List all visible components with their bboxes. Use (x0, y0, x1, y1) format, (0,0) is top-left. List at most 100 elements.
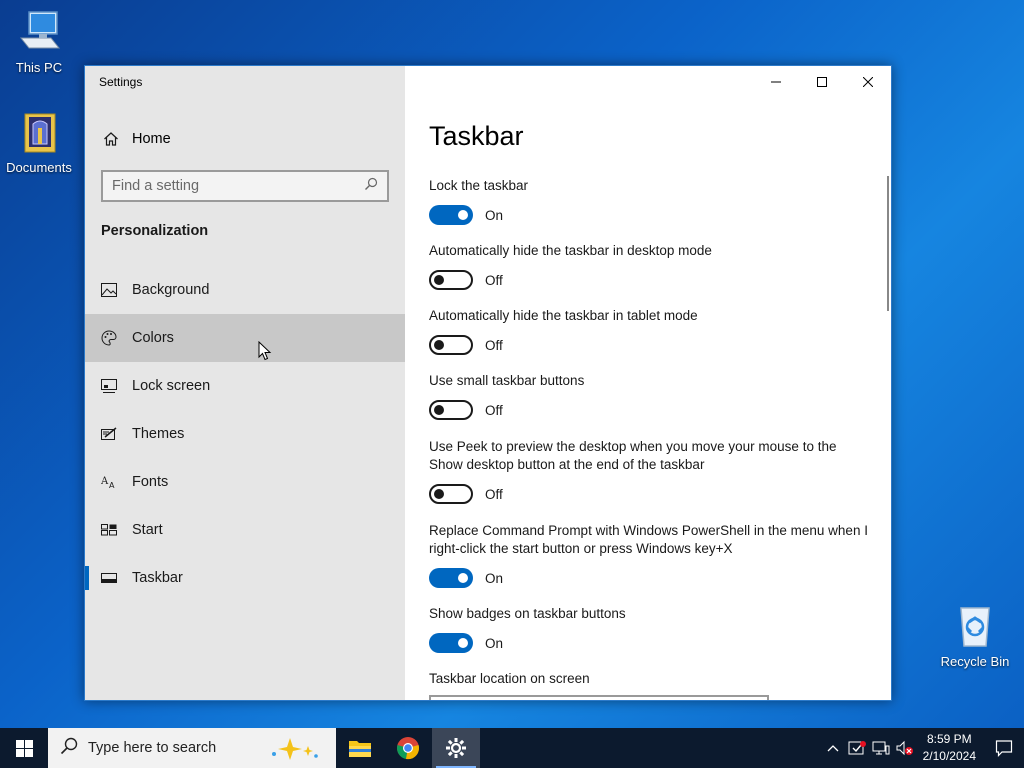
show-hidden-icons-chevron-icon[interactable] (821, 728, 845, 768)
close-button[interactable] (845, 66, 891, 98)
setting-small-buttons: Use small taskbar buttons Off (429, 372, 869, 420)
personalization-nav: Background Colors Lock screen Themes A A… (85, 266, 405, 602)
nav-item-label: Lock screen (132, 378, 211, 394)
peek-toggle[interactable] (429, 484, 473, 504)
setting-label: Automatically hide the taskbar in tablet… (429, 308, 698, 323)
lock-screen-icon (101, 378, 117, 394)
nav-item-label: Taskbar (132, 570, 183, 586)
notification-icon (995, 740, 1013, 757)
desktop-icon-documents[interactable]: Documents (0, 108, 79, 175)
search-highlight-sparkle-icon[interactable] (268, 736, 324, 766)
toggle-state: On (485, 207, 504, 223)
action-center-button[interactable] (984, 728, 1024, 768)
windows-logo-icon (15, 739, 33, 757)
toggle-state: Off (485, 402, 503, 418)
home-nav-item[interactable]: Home (85, 122, 405, 156)
minimize-button[interactable] (753, 66, 799, 98)
setting-badges: Show badges on taskbar buttons On (429, 605, 869, 653)
setting-autohide-desktop: Automatically hide the taskbar in deskto… (429, 242, 869, 290)
mouse-cursor-icon (258, 340, 272, 366)
defender-icon[interactable] (845, 728, 869, 768)
taskbar-search-box[interactable]: Type here to search (48, 728, 336, 768)
settings-window: Settings Home Find a setting Personaliza… (84, 65, 892, 701)
network-icon[interactable] (869, 728, 893, 768)
nav-item-background[interactable]: Background (85, 266, 405, 314)
page-title: Taskbar (429, 121, 524, 151)
small-buttons-toggle[interactable] (429, 400, 473, 420)
desktop-icon-recycle-bin[interactable]: Recycle Bin (935, 602, 1015, 669)
chrome-icon (397, 737, 419, 760)
documents-folder-icon (15, 108, 63, 156)
nav-item-fonts[interactable]: AA Fonts (85, 458, 405, 506)
taskbar-file-explorer[interactable] (336, 728, 384, 768)
toggle-state: Off (485, 272, 503, 288)
settings-sidebar: Settings Home Find a setting Personaliza… (85, 66, 405, 700)
lock-taskbar-toggle[interactable] (429, 205, 473, 225)
taskbar-clock[interactable]: 8:59 PM 2/10/2024 (917, 731, 984, 765)
search-icon[interactable] (364, 177, 378, 195)
maximize-button[interactable] (799, 66, 845, 98)
nav-item-themes[interactable]: Themes (85, 410, 405, 458)
nav-item-label: Start (132, 522, 163, 538)
start-icon (101, 522, 117, 538)
home-icon (103, 131, 119, 147)
setting-label: Taskbar location on screen (429, 671, 590, 686)
nav-item-label: Background (132, 282, 210, 298)
setting-autohide-tablet: Automatically hide the taskbar in tablet… (429, 307, 869, 355)
section-label-personalization: Personalization (101, 223, 209, 239)
toggle-state: Off (485, 486, 503, 502)
desktop-icon-label: Documents (6, 160, 72, 175)
desktop-icon-label: Recycle Bin (940, 654, 1010, 669)
svg-text:A: A (101, 476, 109, 487)
setting-label: Use small taskbar buttons (429, 373, 585, 388)
taskbar-settings[interactable] (432, 728, 480, 768)
computer-icon (15, 8, 63, 56)
start-button[interactable] (0, 728, 48, 768)
themes-icon (101, 426, 117, 442)
search-icon (60, 737, 78, 759)
powershell-toggle[interactable] (429, 568, 473, 588)
content-scrollbar[interactable] (887, 176, 889, 311)
desktop-icon-label: This PC (15, 60, 63, 75)
taskbar-search-placeholder: Type here to search (88, 740, 217, 756)
toggle-state: On (485, 635, 504, 651)
nav-item-colors[interactable]: Colors (85, 314, 405, 362)
windows-taskbar: Type here to search 8:59 PM 2/10/2024 (0, 728, 1024, 768)
home-label: Home (132, 131, 171, 147)
nav-item-start[interactable]: Start (85, 506, 405, 554)
fonts-icon: AA (101, 474, 117, 490)
taskbar-location-dropdown[interactable] (429, 695, 769, 700)
toggle-state: Off (485, 337, 503, 353)
nav-item-taskbar[interactable]: Taskbar (85, 554, 405, 602)
setting-lock-taskbar: Lock the taskbar On (429, 177, 869, 225)
nav-item-label: Themes (132, 426, 185, 442)
clock-date: 2/10/2024 (922, 749, 976, 763)
recycle-bin-icon (951, 602, 999, 650)
setting-label: Replace Command Prompt with Windows Powe… (429, 523, 868, 556)
taskbar-icon (101, 570, 117, 586)
volume-muted-icon[interactable] (893, 728, 917, 768)
setting-peek: Use Peek to preview the desktop when you… (429, 438, 869, 504)
gear-icon (446, 738, 466, 758)
picture-icon (101, 282, 117, 298)
clock-time: 8:59 PM (926, 732, 972, 746)
taskbar-chrome[interactable] (384, 728, 432, 768)
search-placeholder: Find a setting (112, 178, 200, 194)
find-setting-search-input[interactable]: Find a setting (101, 170, 389, 202)
toggle-state: On (485, 570, 504, 586)
window-title: Settings (99, 75, 143, 89)
setting-powershell: Replace Command Prompt with Windows Powe… (429, 522, 869, 588)
svg-text:A: A (109, 481, 115, 489)
window-controls (753, 66, 891, 98)
nav-item-label: Fonts (132, 474, 169, 490)
setting-label: Lock the taskbar (429, 178, 529, 193)
autohide-tablet-toggle[interactable] (429, 335, 473, 355)
palette-icon (101, 330, 117, 346)
badges-toggle[interactable] (429, 633, 473, 653)
system-tray: 8:59 PM 2/10/2024 (821, 728, 1024, 768)
autohide-desktop-toggle[interactable] (429, 270, 473, 290)
desktop-icon-this-pc[interactable]: This PC (0, 8, 79, 75)
file-explorer-icon (349, 741, 371, 757)
setting-label: Use Peek to preview the desktop when you… (429, 439, 837, 472)
nav-item-lock-screen[interactable]: Lock screen (85, 362, 405, 410)
